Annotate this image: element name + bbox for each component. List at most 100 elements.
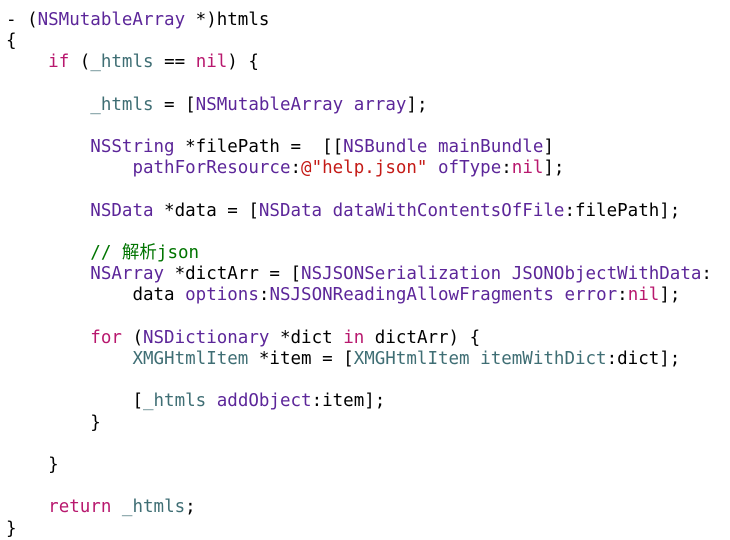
code-editor[interactable]: - (NSMutableArray *)htmls{ if (_htmls ==… [0,0,730,539]
code-token-plain: : [617,285,628,306]
code-token-plain: - ( [6,10,38,30]
code-token-keyword: if [48,52,70,73]
code-token-string: @"help.json" [301,158,428,179]
code-line: NSString *filePath = [[NSBundle mainBund… [6,137,712,158]
code-token-plain: :dict]; [606,349,681,369]
code-token-class: NSJSONSerialization [301,264,502,285]
code-token-keyword: nil [627,285,660,306]
code-line: } [6,519,712,540]
code-token-plain: ( [121,327,143,348]
code-token-keyword: nil [511,158,544,179]
code-token-plain: ]; [543,158,565,179]
code-token-plain: ; [185,497,196,518]
code-token-plain: *data = [ [153,200,259,221]
code-token-plain: ]; [659,285,681,306]
code-line: } [6,413,712,434]
code-token-plain: { [6,31,17,52]
code-line: // 解析json [6,243,712,264]
code-token-plain: ]; [406,94,428,115]
code-token-plain: *dict [269,327,344,348]
code-line: NSArray *dictArr = [NSJSONSerialization … [6,264,712,285]
code-line: NSData *data = [NSData dataWithContentsO… [6,201,712,222]
code-token-keyword: in [343,327,365,348]
code-line: { [6,31,712,52]
code-line: for (NSDictionary *dict in dictArr) { [6,328,712,349]
code-token-class: NSData [90,200,154,221]
code-token-comment: // 解析json [90,243,200,264]
code-token-class: dataWithContentsOfFile [332,200,565,221]
code-token-plain: = [ [153,94,196,115]
code-line: if (_htmls == nil) { [6,52,712,73]
code-token-class: NSMutableArray [37,10,186,30]
code-token-class: ofType [438,158,502,179]
code-line: return _htmls; [6,497,712,518]
code-token-plain: : [258,285,270,306]
code-token-class: NSBundle [343,137,428,158]
code-token-plain: : [701,264,712,285]
code-token-class: NSString [90,137,175,158]
code-token-plain: dictArr) { [364,327,481,348]
code-token-plain: : [501,158,512,179]
code-token-plain: *filePath = [[ [174,137,344,158]
code-token-ivar: _htmls [121,497,186,518]
code-line: - (NSMutableArray *)htmls [6,10,712,31]
code-token-method: XMGHtmlItem [353,349,470,369]
code-token-ivar: _htmls [90,52,154,73]
code-token-keyword: return [48,497,112,518]
code-token-plain: == [153,52,196,73]
code-token-plain: *item = [ [248,349,354,369]
code-token-plain: : [290,158,302,179]
code-token-plain: ( [69,52,91,73]
code-token-plain: data [132,285,186,306]
code-token-plain: } [48,454,59,475]
code-line: pathForResource:@"help.json" ofType:nil]… [6,158,712,179]
code-token-class: array [353,94,407,115]
code-token-plain: :item]; [311,391,386,412]
code-token-keyword: nil [195,52,228,73]
code-line: data options:NSJSONReadingAllowFragments… [6,285,712,306]
code-token-plain: } [90,412,101,433]
code-token-class: pathForResource [132,158,291,179]
code-token-plain: *)htmls [185,10,270,30]
code-token-plain: [ [132,391,143,412]
code-token-class: NSMutableArray [195,94,344,115]
code-token-class: NSData [258,200,323,221]
code-line: XMGHtmlItem *item = [XMGHtmlItem itemWit… [6,349,712,370]
code-token-class: NSDictionary [142,327,270,348]
code-block: - (NSMutableArray *)htmls{ if (_htmls ==… [6,10,712,540]
code-token-method: itemWithDict [480,349,607,369]
code-token-class: addObject [216,391,312,412]
code-line: [_htmls addObject:item]; [6,391,712,412]
code-token-ivar: _htmls [142,391,207,412]
code-token-class: NSJSONReadingAllowFragments [269,285,554,306]
code-token-plain: ) { [227,52,259,73]
code-token-plain: :filePath]; [564,200,681,221]
